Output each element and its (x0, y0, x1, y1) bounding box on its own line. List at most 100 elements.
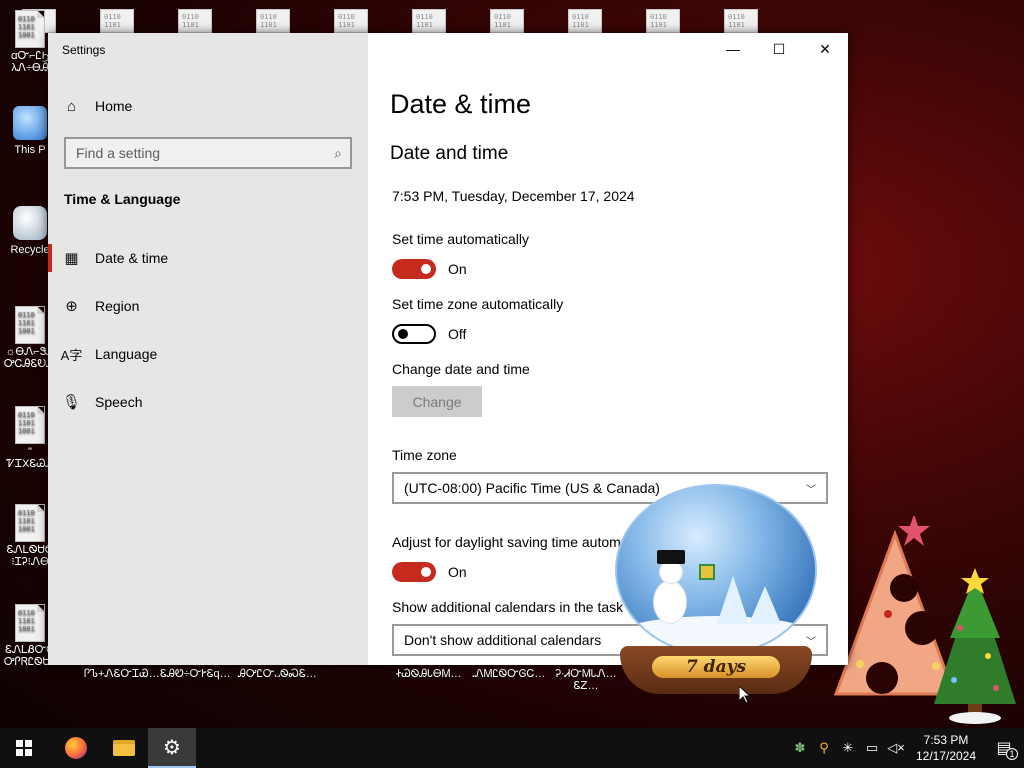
desktop-file-icon[interactable]: 01101101 (256, 9, 290, 33)
toggle-state: On (448, 261, 467, 277)
countdown-label: 7 days (652, 656, 780, 678)
current-datetime: 7:53 PM, Tuesday, December 17, 2024 (392, 188, 635, 204)
language-icon: A字 (60, 347, 83, 363)
file-icon: 0110 1101 1001 (15, 10, 45, 48)
sidebar-item-language[interactable]: A字 Language (48, 334, 368, 374)
home-icon: ⌂ (66, 97, 77, 115)
search-tray-icon[interactable]: ⚲ (812, 728, 836, 768)
desktop-file-icon[interactable]: 01101101 (490, 9, 524, 33)
set-time-auto-row: On (392, 259, 467, 279)
search-icon[interactable]: ⌕ (334, 145, 342, 162)
page-title: Date & time (390, 89, 532, 119)
notification-count: 1 (1006, 748, 1018, 760)
sidebar-item-label: Speech (95, 394, 143, 410)
dst-toggle[interactable] (392, 562, 436, 582)
calendar-clock-icon: ▦ (64, 250, 79, 267)
firefox-icon (65, 737, 87, 759)
toggle-state: Off (448, 326, 467, 342)
change-button[interactable]: Change (392, 386, 482, 417)
network-icon[interactable]: ▭ (860, 728, 884, 768)
snow-globe-countdown-widget[interactable]: 7 days (612, 484, 820, 696)
start-button[interactable] (0, 728, 48, 768)
taskbar-settings[interactable]: ⚙ (148, 728, 196, 768)
system-tray: ✽ ⚲ ✳ ▭ ◁× 7:53 PM 12/17/2024 ▤ 1 (788, 728, 1024, 768)
toggle-knob (421, 567, 431, 577)
notification-center-button[interactable]: ▤ 1 (984, 728, 1024, 768)
desktop-icon-label: Recycle (10, 244, 50, 256)
desktop-icon-label: ꭤᏅ⌐ᏝϦ λᏁ÷ᎾᎯ (10, 50, 50, 74)
change-date-time-label: Change date and time (392, 361, 530, 377)
desktop-icon-label[interactable]: ᎐ᏁᎷᏝᏫᏅᎶᏟ… (472, 668, 545, 680)
desktop-icon-label[interactable]: ᎯᎤᏝᏅ᎑ᏫᏍᏋ… (238, 668, 317, 680)
snowman (653, 580, 687, 624)
nav-home[interactable]: ⌂ Home (48, 86, 368, 126)
file-icon: 0110 1101 1001 (15, 604, 45, 642)
desktop-icon-label[interactable]: ᎵᏖ+ᏁᏋᏅᏆᏯ… (84, 668, 160, 680)
recycle-bin-icon (13, 206, 47, 240)
dst-label: Adjust for daylight saving time autom (392, 534, 621, 550)
desktop-icon-label: ᏋᏁᏞᏫᏌᏫ ⁝ᏆᎮ⁝ᏁᎾ (6, 544, 54, 568)
time-zone-label: Time zone (392, 447, 457, 463)
toggle-state: On (448, 564, 467, 580)
desktop-file-icon[interactable]: 01101101 (334, 9, 368, 33)
taskbar-clock[interactable]: 7:53 PM 12/17/2024 (908, 732, 984, 764)
calendars-label: Show additional calendars in the task (392, 599, 624, 615)
set-timezone-auto-row: Off (392, 324, 466, 344)
set-timezone-auto-toggle[interactable] (392, 324, 436, 344)
snowy-tree (717, 576, 749, 624)
sidebar-item-label: Region (95, 298, 140, 314)
find-setting-search[interactable]: ⌕ (64, 137, 352, 169)
desktop-icon-label[interactable]: ᏋᎯᏬ÷ᏅᎨᏋq… (160, 668, 231, 680)
section-title: Time & Language (64, 191, 181, 207)
desktop-file-icon[interactable]: 01101101 (724, 9, 758, 33)
toggle-knob (398, 329, 408, 339)
snowy-tree (749, 586, 781, 624)
sidebar-item-speech[interactable]: 🎙 Speech (48, 382, 368, 422)
microphone-icon: 🎙 (61, 394, 82, 411)
desktop-file-icon[interactable]: 01101101 (412, 9, 446, 33)
taskbar: ⚙ ✽ ⚲ ✳ ▭ ◁× 7:53 PM 12/17/2024 ▤ 1 (0, 728, 1024, 768)
clock-date: 12/17/2024 (915, 749, 977, 763)
snowflake-icon[interactable]: ✳ (836, 728, 860, 768)
desktop-icon-label: " ᏤᏆXᏋᏊᎯ (6, 446, 54, 470)
sidebar-item-label: Language (95, 346, 158, 362)
gift-icon (699, 564, 715, 580)
set-time-auto-toggle[interactable] (392, 259, 436, 279)
clock-time: 7:53 PM (923, 733, 969, 747)
desktop-file-icon[interactable]: 01101101 (100, 9, 134, 33)
computer-icon (13, 106, 47, 140)
file-icon: 0110 1101 1001 (15, 406, 45, 444)
green-christmas-tree (934, 568, 1016, 724)
minimize-button[interactable]: — (710, 33, 756, 65)
folder-icon (113, 740, 135, 756)
sidebar-item-date-time[interactable]: ▦ Date & time (48, 238, 368, 278)
globe-icon: ⊕ (65, 298, 78, 315)
tray-app-icon[interactable]: ✽ (788, 728, 812, 768)
windows-logo-icon (16, 740, 32, 756)
desktop-file-icon[interactable]: 01101101 (646, 9, 680, 33)
window-controls: — ☐ ✕ (710, 33, 848, 65)
taskbar-firefox[interactable] (52, 728, 100, 768)
calendars-value: Don't show additional calendars (404, 632, 602, 648)
snow-globe (615, 484, 817, 656)
window-title: Settings (62, 43, 106, 57)
set-time-auto-label: Set time automatically (392, 231, 529, 247)
nav-home-label: Home (95, 98, 133, 114)
desktop-file-icon[interactable]: 01101101 (568, 9, 602, 33)
taskbar-file-explorer[interactable] (100, 728, 148, 768)
search-input[interactable] (76, 145, 335, 161)
toggle-knob (421, 264, 431, 274)
mouse-cursor-icon (739, 686, 751, 704)
desktop-file-icon[interactable]: 01101101 (178, 9, 212, 33)
settings-sidebar: Settings ⌂ Home ⌕ Time & Language ▦ Date… (48, 33, 368, 665)
sidebar-item-region[interactable]: ⊕ Region (48, 286, 368, 326)
dst-row: On (392, 562, 467, 582)
volume-muted-icon[interactable]: ◁× (884, 728, 908, 768)
desktop-icon-label[interactable]: ᏐᏊᏫᎯᏓᎾᎷ… (396, 668, 461, 680)
file-icon: 0110 1101 1001 (15, 504, 45, 542)
set-timezone-auto-label: Set time zone automatically (392, 296, 564, 312)
desktop-icon-label: This P (14, 144, 46, 156)
sidebar-item-label: Date & time (95, 250, 169, 266)
maximize-button[interactable]: ☐ (756, 33, 802, 65)
close-button[interactable]: ✕ (802, 33, 848, 65)
